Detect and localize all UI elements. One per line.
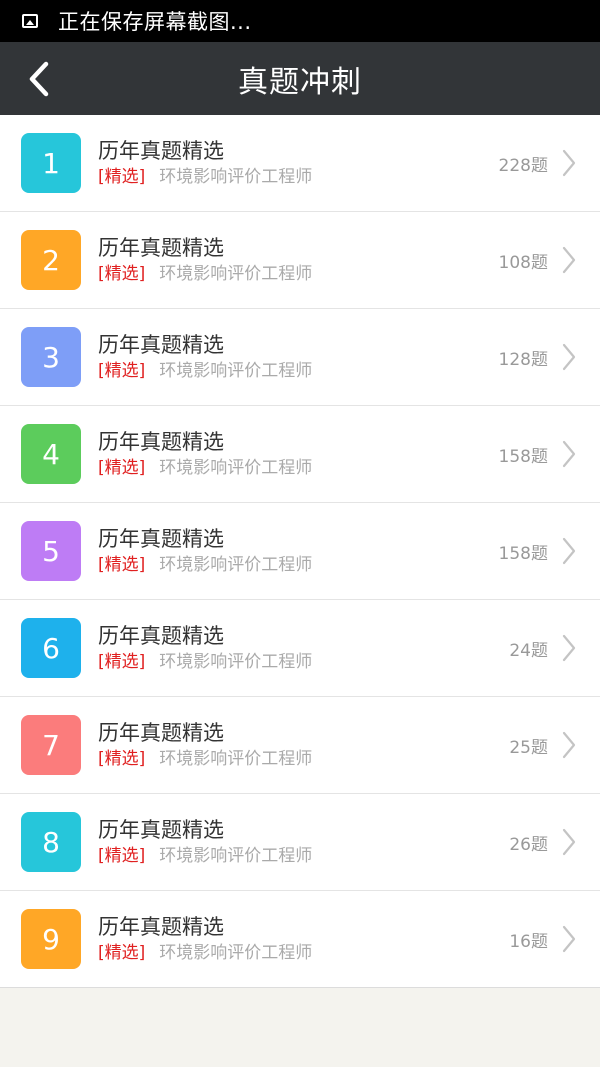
item-title: 历年真题精选 bbox=[98, 333, 224, 357]
question-count: 26题 bbox=[509, 834, 548, 855]
item-tag: [精选] bbox=[98, 167, 146, 187]
chevron-right-icon bbox=[562, 828, 576, 856]
chevron-right-icon bbox=[562, 537, 576, 565]
chevron-right-icon bbox=[562, 149, 576, 177]
number-badge: 4 bbox=[21, 424, 81, 484]
chevron-right-icon bbox=[562, 246, 576, 274]
question-count: 25题 bbox=[509, 737, 548, 758]
item-title: 历年真题精选 bbox=[98, 818, 224, 842]
question-count: 108题 bbox=[498, 252, 548, 273]
item-tag: [精选] bbox=[98, 458, 146, 478]
list-item-5[interactable]: 5 历年真题精选 [精选] 环境影响评价工程师 158题 bbox=[0, 503, 600, 600]
item-subtitle: 环境影响评价工程师 bbox=[159, 749, 313, 769]
item-info: 历年真题精选 [精选] 环境影响评价工程师 bbox=[98, 331, 499, 383]
item-tag: [精选] bbox=[98, 846, 146, 866]
item-subtitle-line: [精选] 环境影响评价工程师 bbox=[98, 456, 499, 480]
item-tag: [精选] bbox=[98, 555, 146, 575]
image-icon bbox=[22, 14, 38, 28]
chevron-right-icon bbox=[562, 634, 576, 662]
item-info: 历年真题精选 [精选] 环境影响评价工程师 bbox=[98, 234, 499, 286]
number-badge: 3 bbox=[21, 327, 81, 387]
page-title: 真题冲刺 bbox=[238, 64, 362, 100]
number-badge: 8 bbox=[21, 812, 81, 872]
item-info: 历年真题精选 [精选] 环境影响评价工程师 bbox=[98, 137, 499, 189]
item-tag: [精选] bbox=[98, 652, 146, 672]
item-subtitle: 环境影响评价工程师 bbox=[159, 458, 313, 478]
question-count: 158题 bbox=[498, 446, 548, 467]
item-subtitle-line: [精选] 环境影响评价工程师 bbox=[98, 844, 509, 868]
item-title: 历年真题精选 bbox=[98, 915, 224, 939]
list-item-6[interactable]: 6 历年真题精选 [精选] 环境影响评价工程师 24题 bbox=[0, 600, 600, 697]
item-title: 历年真题精选 bbox=[98, 527, 224, 551]
item-subtitle-line: [精选] 环境影响评价工程师 bbox=[98, 747, 509, 771]
list-item-1[interactable]: 1 历年真题精选 [精选] 环境影响评价工程师 228题 bbox=[0, 115, 600, 212]
question-count: 24题 bbox=[509, 640, 548, 661]
item-subtitle-line: [精选] 环境影响评价工程师 bbox=[98, 262, 499, 286]
item-title: 历年真题精选 bbox=[98, 139, 224, 163]
back-button[interactable] bbox=[14, 42, 64, 115]
item-subtitle: 环境影响评价工程师 bbox=[159, 264, 313, 284]
chevron-left-icon bbox=[29, 61, 49, 96]
item-subtitle-line: [精选] 环境影响评价工程师 bbox=[98, 165, 499, 189]
item-info: 历年真题精选 [精选] 环境影响评价工程师 bbox=[98, 719, 509, 771]
list-item-9[interactable]: 9 历年真题精选 [精选] 环境影响评价工程师 16题 bbox=[0, 891, 600, 988]
item-subtitle: 环境影响评价工程师 bbox=[159, 361, 313, 381]
item-subtitle-line: [精选] 环境影响评价工程师 bbox=[98, 359, 499, 383]
list-item-8[interactable]: 8 历年真题精选 [精选] 环境影响评价工程师 26题 bbox=[0, 794, 600, 891]
item-info: 历年真题精选 [精选] 环境影响评价工程师 bbox=[98, 816, 509, 868]
number-badge: 7 bbox=[21, 715, 81, 775]
item-tag: [精选] bbox=[98, 264, 146, 284]
list-item-2[interactable]: 2 历年真题精选 [精选] 环境影响评价工程师 108题 bbox=[0, 212, 600, 309]
item-info: 历年真题精选 [精选] 环境影响评价工程师 bbox=[98, 913, 509, 965]
item-subtitle-line: [精选] 环境影响评价工程师 bbox=[98, 650, 509, 674]
number-badge: 5 bbox=[21, 521, 81, 581]
item-info: 历年真题精选 [精选] 环境影响评价工程师 bbox=[98, 525, 499, 577]
status-bar: 正在保存屏幕截图... bbox=[0, 0, 600, 42]
question-set-list: 1 历年真题精选 [精选] 环境影响评价工程师 228题 2 历年真题精选 [精选… bbox=[0, 115, 600, 988]
question-count: 158题 bbox=[498, 543, 548, 564]
app-header: 真题冲刺 bbox=[0, 42, 600, 115]
number-badge: 6 bbox=[21, 618, 81, 678]
chevron-right-icon bbox=[562, 731, 576, 759]
item-tag: [精选] bbox=[98, 749, 146, 769]
number-badge: 9 bbox=[21, 909, 81, 969]
item-info: 历年真题精选 [精选] 环境影响评价工程师 bbox=[98, 622, 509, 674]
list-item-4[interactable]: 4 历年真题精选 [精选] 环境影响评价工程师 158题 bbox=[0, 406, 600, 503]
item-subtitle-line: [精选] 环境影响评价工程师 bbox=[98, 941, 509, 965]
item-subtitle-line: [精选] 环境影响评价工程师 bbox=[98, 553, 499, 577]
item-subtitle: 环境影响评价工程师 bbox=[159, 652, 313, 672]
item-info: 历年真题精选 [精选] 环境影响评价工程师 bbox=[98, 428, 499, 480]
chevron-right-icon bbox=[562, 343, 576, 371]
item-tag: [精选] bbox=[98, 361, 146, 381]
item-subtitle: 环境影响评价工程师 bbox=[159, 846, 313, 866]
item-tag: [精选] bbox=[98, 943, 146, 963]
chevron-right-icon bbox=[562, 440, 576, 468]
item-subtitle: 环境影响评价工程师 bbox=[159, 167, 313, 187]
question-count: 128题 bbox=[498, 349, 548, 370]
list-item-7[interactable]: 7 历年真题精选 [精选] 环境影响评价工程师 25题 bbox=[0, 697, 600, 794]
item-subtitle: 环境影响评价工程师 bbox=[159, 943, 313, 963]
item-subtitle: 环境影响评价工程师 bbox=[159, 555, 313, 575]
number-badge: 1 bbox=[21, 133, 81, 193]
item-title: 历年真题精选 bbox=[98, 721, 224, 745]
item-title: 历年真题精选 bbox=[98, 236, 224, 260]
question-count: 16题 bbox=[509, 931, 548, 952]
question-count: 228题 bbox=[498, 155, 548, 176]
number-badge: 2 bbox=[21, 230, 81, 290]
status-text: 正在保存屏幕截图... bbox=[58, 10, 252, 34]
item-title: 历年真题精选 bbox=[98, 430, 224, 454]
list-item-3[interactable]: 3 历年真题精选 [精选] 环境影响评价工程师 128题 bbox=[0, 309, 600, 406]
item-title: 历年真题精选 bbox=[98, 624, 224, 648]
chevron-right-icon bbox=[562, 925, 576, 953]
